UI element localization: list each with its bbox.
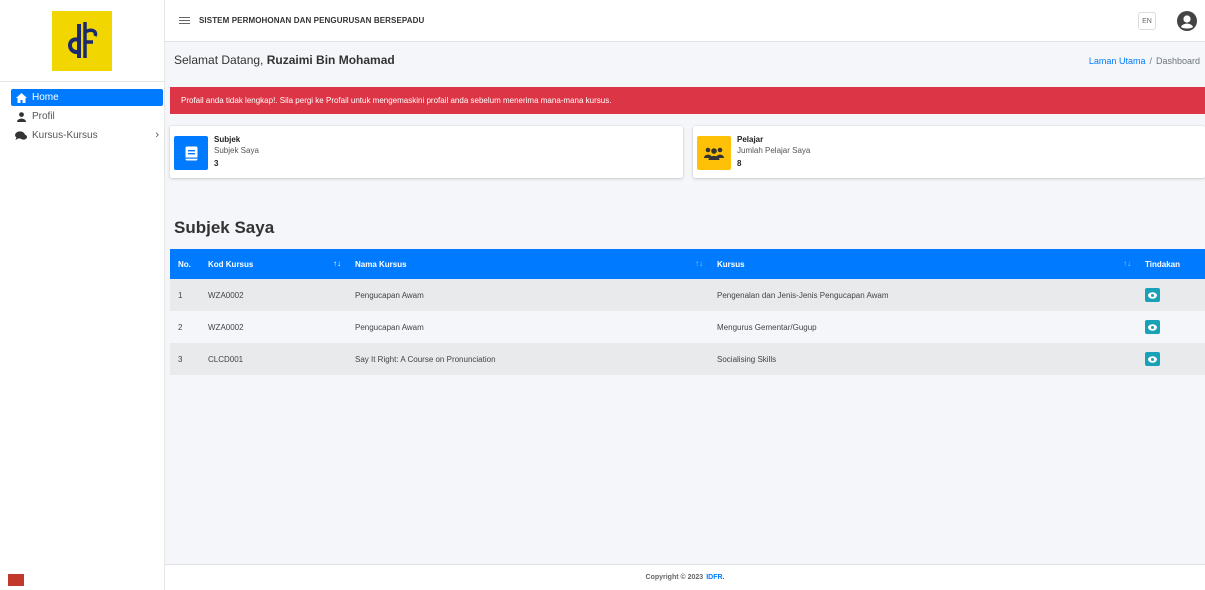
- cell-kursus: Mengurus Gementar/Gugup: [717, 322, 817, 332]
- subjek-card: Subjek Subjek Saya 3: [170, 126, 683, 178]
- column-header-nama[interactable]: Nama Kursus ↑↓: [347, 249, 709, 279]
- breadcrumb-separator: /: [1149, 56, 1152, 66]
- user-icon: [15, 111, 27, 123]
- cell-tindakan: [1137, 311, 1205, 343]
- chevron-right-icon: ›: [155, 129, 159, 141]
- table-row: 3 CLCD001 Say It Right: A Course on Pron…: [170, 343, 1205, 375]
- view-button[interactable]: [1145, 352, 1160, 366]
- eye-icon: [1148, 355, 1157, 363]
- column-header-label: Kod Kursus: [208, 259, 254, 269]
- cell-kod: WZA0002: [208, 322, 244, 332]
- table-row: 1 WZA0002 Pengucapan Awam Pengenalan dan…: [170, 279, 1205, 311]
- card-subtitle: Jumlah Pelajar Saya: [737, 146, 811, 155]
- user-name: Ruzaimi Bin Mohamad: [266, 53, 395, 67]
- corner-badge-icon: [8, 574, 24, 586]
- sidebar: Home Profil Kursus-Kursus ›: [0, 0, 165, 590]
- sort-icon: ↑↓: [695, 259, 703, 268]
- cell-nama: Say It Right: A Course on Pronunciation: [355, 354, 496, 364]
- column-header-label: Tindakan: [1145, 259, 1180, 269]
- footer-brand-link[interactable]: IDFR: [706, 574, 722, 581]
- column-header-label: No.: [178, 259, 191, 269]
- card-title: Pelajar: [737, 135, 764, 144]
- section-title: Subjek Saya: [174, 218, 275, 237]
- sidebar-item-label: Kursus-Kursus: [32, 130, 98, 141]
- column-header-label: Nama Kursus: [355, 259, 407, 269]
- user-account-icon[interactable]: [1177, 11, 1197, 31]
- sort-icon: ↑↓: [1123, 259, 1131, 268]
- cell-no: 3: [178, 354, 183, 364]
- card-value: 8: [737, 159, 742, 168]
- column-header-no[interactable]: No.: [170, 249, 200, 279]
- breadcrumb-home-link[interactable]: Laman Utama: [1089, 56, 1146, 66]
- card-title: Subjek: [214, 135, 241, 144]
- subjek-table: No. Kod Kursus ↑↓ Nama Kursus ↑↓ Kursus ↑↓ …: [170, 249, 1205, 375]
- card-value: 3: [214, 159, 219, 168]
- breadcrumb: Laman Utama / Dashboard: [1089, 56, 1200, 66]
- pelajar-card: Pelajar Jumlah Pelajar Saya 8: [693, 126, 1205, 178]
- copyright-text: Copyright © 2023: [645, 574, 704, 581]
- users-icon: [697, 136, 731, 170]
- footer-suffix: .: [722, 574, 725, 581]
- cell-kursus: Pengenalan dan Jenis-Jenis Pengucapan Aw…: [717, 290, 889, 300]
- view-button[interactable]: [1145, 320, 1160, 334]
- cell-tindakan: [1137, 279, 1205, 311]
- cell-nama: Pengucapan Awam: [355, 290, 424, 300]
- breadcrumb-current: Dashboard: [1155, 56, 1200, 66]
- idfr-logo[interactable]: [52, 10, 112, 71]
- column-header-tindakan: Tindakan: [1137, 249, 1205, 279]
- cell-nama: Pengucapan Awam: [355, 322, 424, 332]
- welcome-prefix: Selamat Datang,: [174, 53, 267, 67]
- topbar: SISTEM PERMOHONAN DAN PENGURUSAN BERSEPA…: [165, 0, 1205, 42]
- column-header-kod[interactable]: Kod Kursus ↑↓: [200, 249, 347, 279]
- card-subtitle: Subjek Saya: [214, 146, 259, 155]
- book-icon: [174, 136, 208, 170]
- language-switch[interactable]: EN: [1138, 12, 1156, 30]
- menu-toggle-icon[interactable]: [179, 16, 190, 25]
- home-icon: [15, 92, 27, 104]
- cell-no: 2: [178, 322, 183, 332]
- view-button[interactable]: [1145, 288, 1160, 302]
- cell-tindakan: [1137, 343, 1205, 375]
- cell-kod: WZA0002: [208, 290, 244, 300]
- footer: Copyright © 2023 IDFR .: [165, 564, 1205, 590]
- cell-no: 1: [178, 290, 183, 300]
- comments-icon: [15, 130, 27, 142]
- idfr-logo-mark: [68, 21, 98, 58]
- system-title: SISTEM PERMOHONAN DAN PENGURUSAN BERSEPA…: [199, 16, 425, 25]
- table-row: 2 WZA0002 Pengucapan Awam Mengurus Gemen…: [170, 311, 1205, 343]
- profile-incomplete-alert: Profail anda tidak lengkap!. Sila pergi …: [170, 87, 1205, 114]
- sidebar-item-home[interactable]: Home: [11, 89, 163, 106]
- sidebar-item-profil[interactable]: Profil: [11, 108, 163, 125]
- sidebar-item-kursus[interactable]: Kursus-Kursus ›: [11, 127, 163, 144]
- cell-kursus: Socialising Skills: [717, 354, 777, 364]
- logo-area: [0, 0, 164, 82]
- eye-icon: [1148, 291, 1157, 299]
- sidebar-item-label: Profil: [32, 111, 55, 122]
- welcome-message: Selamat Datang, Ruzaimi Bin Mohamad: [174, 53, 395, 67]
- cell-kod: CLCD001: [208, 354, 244, 364]
- sidebar-item-label: Home: [32, 92, 59, 103]
- sort-asc-icon: ↑↓: [333, 259, 341, 268]
- column-header-label: Kursus: [717, 259, 745, 269]
- column-header-kursus[interactable]: Kursus ↑↓: [709, 249, 1137, 279]
- eye-icon: [1148, 323, 1157, 331]
- table-header-row: No. Kod Kursus ↑↓ Nama Kursus ↑↓ Kursus ↑↓ …: [170, 249, 1205, 279]
- sidebar-nav: Home Profil Kursus-Kursus ›: [0, 82, 164, 144]
